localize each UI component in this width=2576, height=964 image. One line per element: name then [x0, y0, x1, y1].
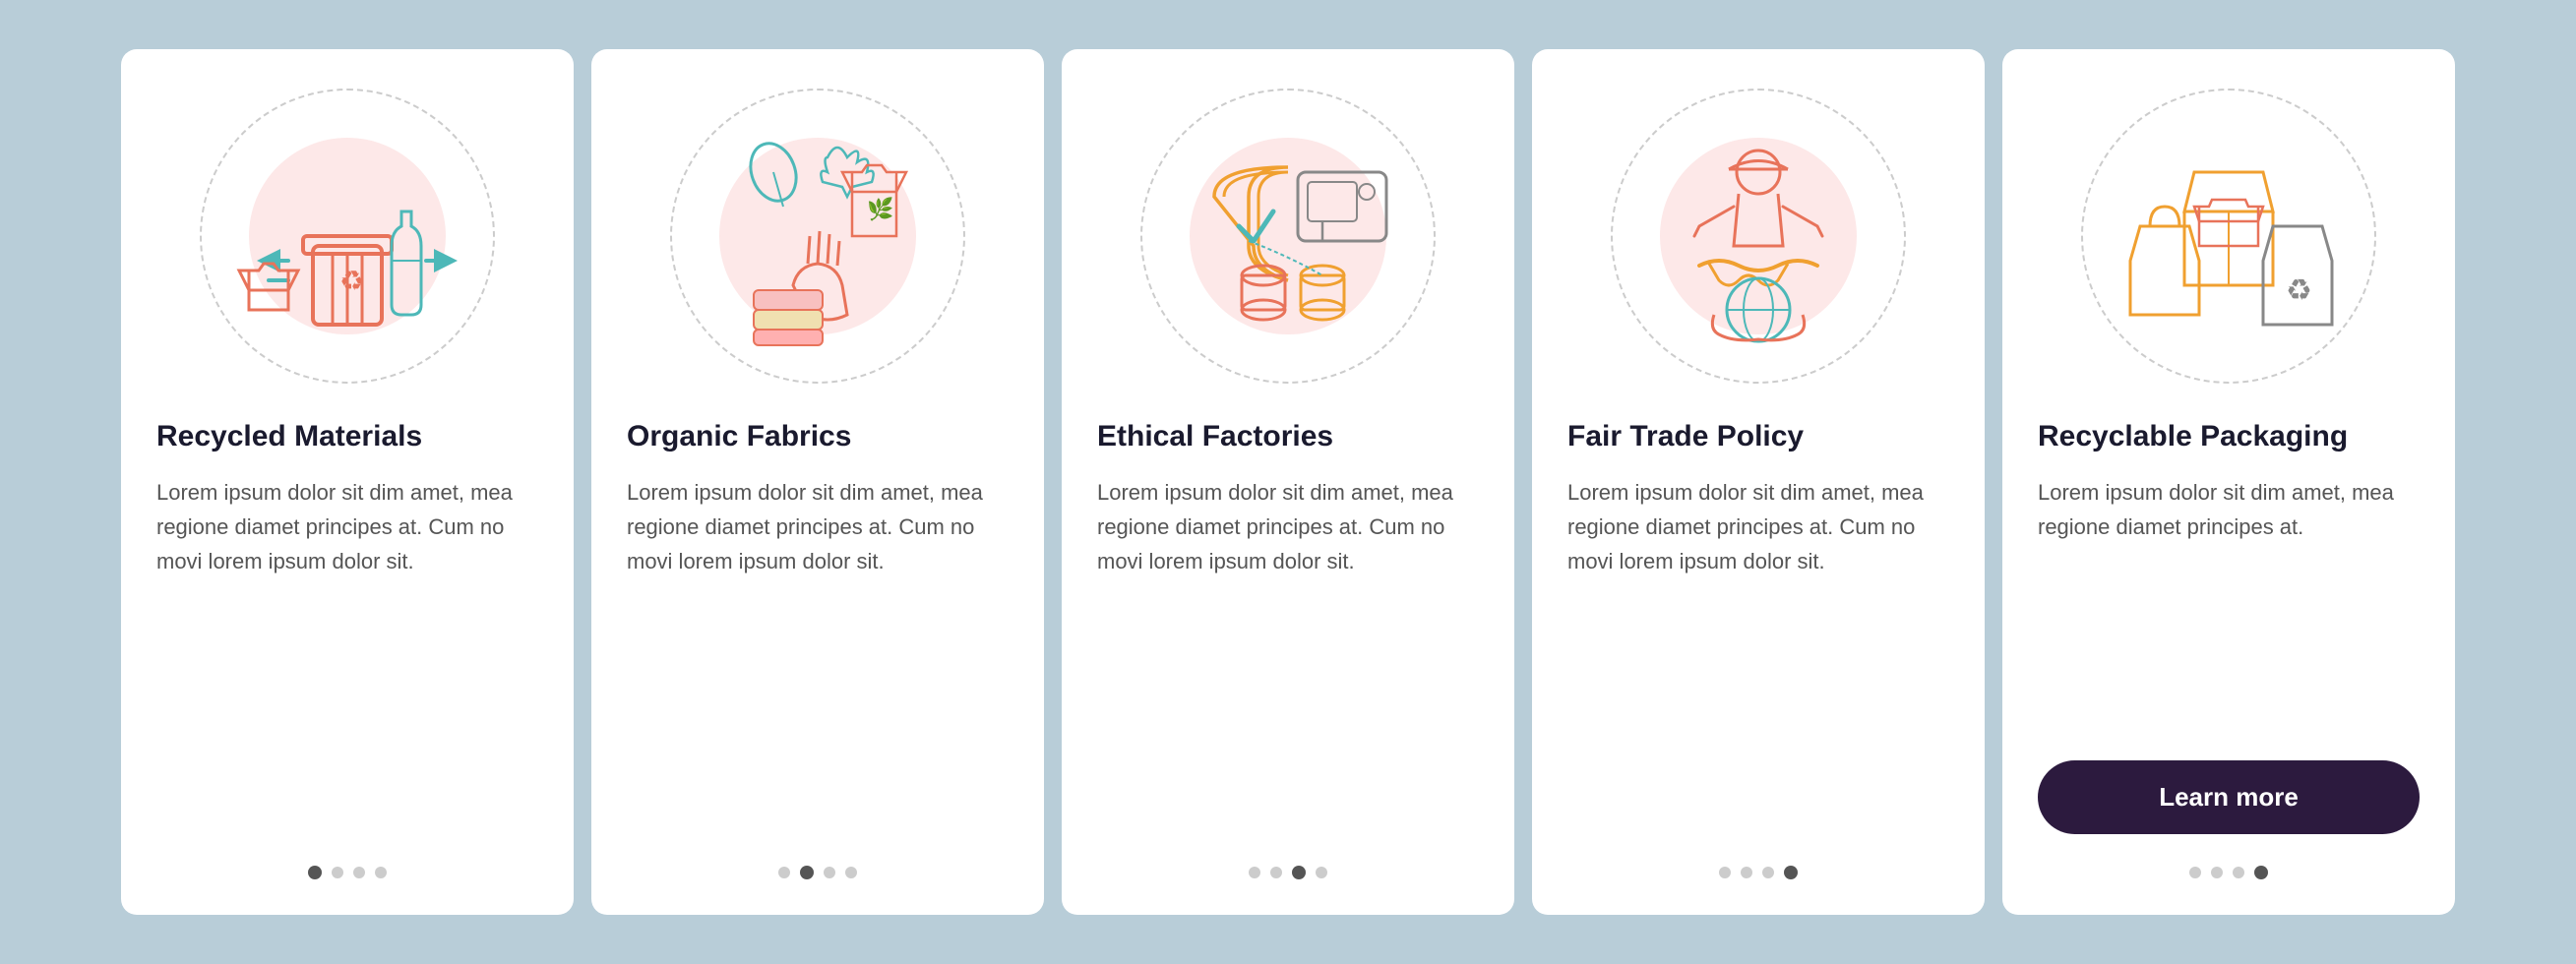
recyclable-packaging-icon: ♻	[2111, 118, 2347, 354]
card-body: Lorem ipsum dolor sit dim amet, mea regi…	[1097, 475, 1479, 834]
card-recyclable-packaging: ♻ Recyclable Packaging Lorem ipsum dolor…	[2002, 49, 2455, 915]
card-organic-fabrics: 🌿 Organic Fabrics Lorem ipsum dolor sit …	[591, 49, 1044, 915]
fair-trade-policy-illustration	[1601, 79, 1916, 393]
recyclable-packaging-illustration: ♻	[2071, 79, 2386, 393]
card-body: Lorem ipsum dolor sit dim amet, mea regi…	[2038, 475, 2420, 733]
dot-1[interactable]	[2189, 867, 2201, 878]
svg-text:♻: ♻	[2286, 274, 2312, 307]
organic-fabrics-illustration: 🌿	[660, 79, 975, 393]
card-title: Fair Trade Policy	[1567, 417, 1949, 455]
dot-2[interactable]	[332, 867, 343, 878]
dot-1[interactable]	[1249, 867, 1260, 878]
card-title: Recyclable Packaging	[2038, 417, 2420, 455]
pagination-dots	[308, 866, 387, 879]
dot-4[interactable]	[845, 867, 857, 878]
card-ethical-factories: Ethical Factories Lorem ipsum dolor sit …	[1062, 49, 1514, 915]
dot-2[interactable]	[2211, 867, 2223, 878]
card-fair-trade-policy: Fair Trade Policy Lorem ipsum dolor sit …	[1532, 49, 1985, 915]
dot-3[interactable]	[1762, 867, 1774, 878]
dot-3[interactable]	[824, 867, 835, 878]
recycled-materials-icon: ♻	[229, 118, 465, 354]
pagination-dots	[1719, 866, 1798, 879]
pagination-dots	[1249, 866, 1327, 879]
recycled-materials-illustration: ♻	[190, 79, 505, 393]
dot-3[interactable]	[1292, 866, 1306, 879]
svg-text:♻: ♻	[339, 266, 364, 296]
fair-trade-policy-icon	[1640, 118, 1876, 354]
ethical-factories-illustration	[1131, 79, 1445, 393]
dot-1[interactable]	[1719, 867, 1731, 878]
dot-1[interactable]	[308, 866, 322, 879]
dot-3[interactable]	[353, 867, 365, 878]
card-body: Lorem ipsum dolor sit dim amet, mea regi…	[1567, 475, 1949, 834]
dot-4[interactable]	[1784, 866, 1798, 879]
pagination-dots	[778, 866, 857, 879]
dot-4[interactable]	[2254, 866, 2268, 879]
card-recycled-materials: ♻	[121, 49, 574, 915]
dot-2[interactable]	[1741, 867, 1752, 878]
dot-1[interactable]	[778, 867, 790, 878]
card-body: Lorem ipsum dolor sit dim amet, mea regi…	[627, 475, 1009, 834]
card-title: Organic Fabrics	[627, 417, 1009, 455]
dot-4[interactable]	[375, 867, 387, 878]
learn-more-button[interactable]: Learn more	[2038, 760, 2420, 834]
svg-text:🌿: 🌿	[867, 197, 893, 221]
ethical-factories-icon	[1170, 118, 1406, 354]
cards-container: ♻	[72, 10, 2504, 954]
dot-4[interactable]	[1316, 867, 1327, 878]
organic-fabrics-icon: 🌿	[700, 118, 936, 354]
card-body: Lorem ipsum dolor sit dim amet, mea regi…	[156, 475, 538, 834]
dot-3[interactable]	[2233, 867, 2244, 878]
pagination-dots	[2189, 866, 2268, 879]
card-title: Recycled Materials	[156, 417, 538, 455]
dot-2[interactable]	[1270, 867, 1282, 878]
card-title: Ethical Factories	[1097, 417, 1479, 455]
dot-2[interactable]	[800, 866, 814, 879]
